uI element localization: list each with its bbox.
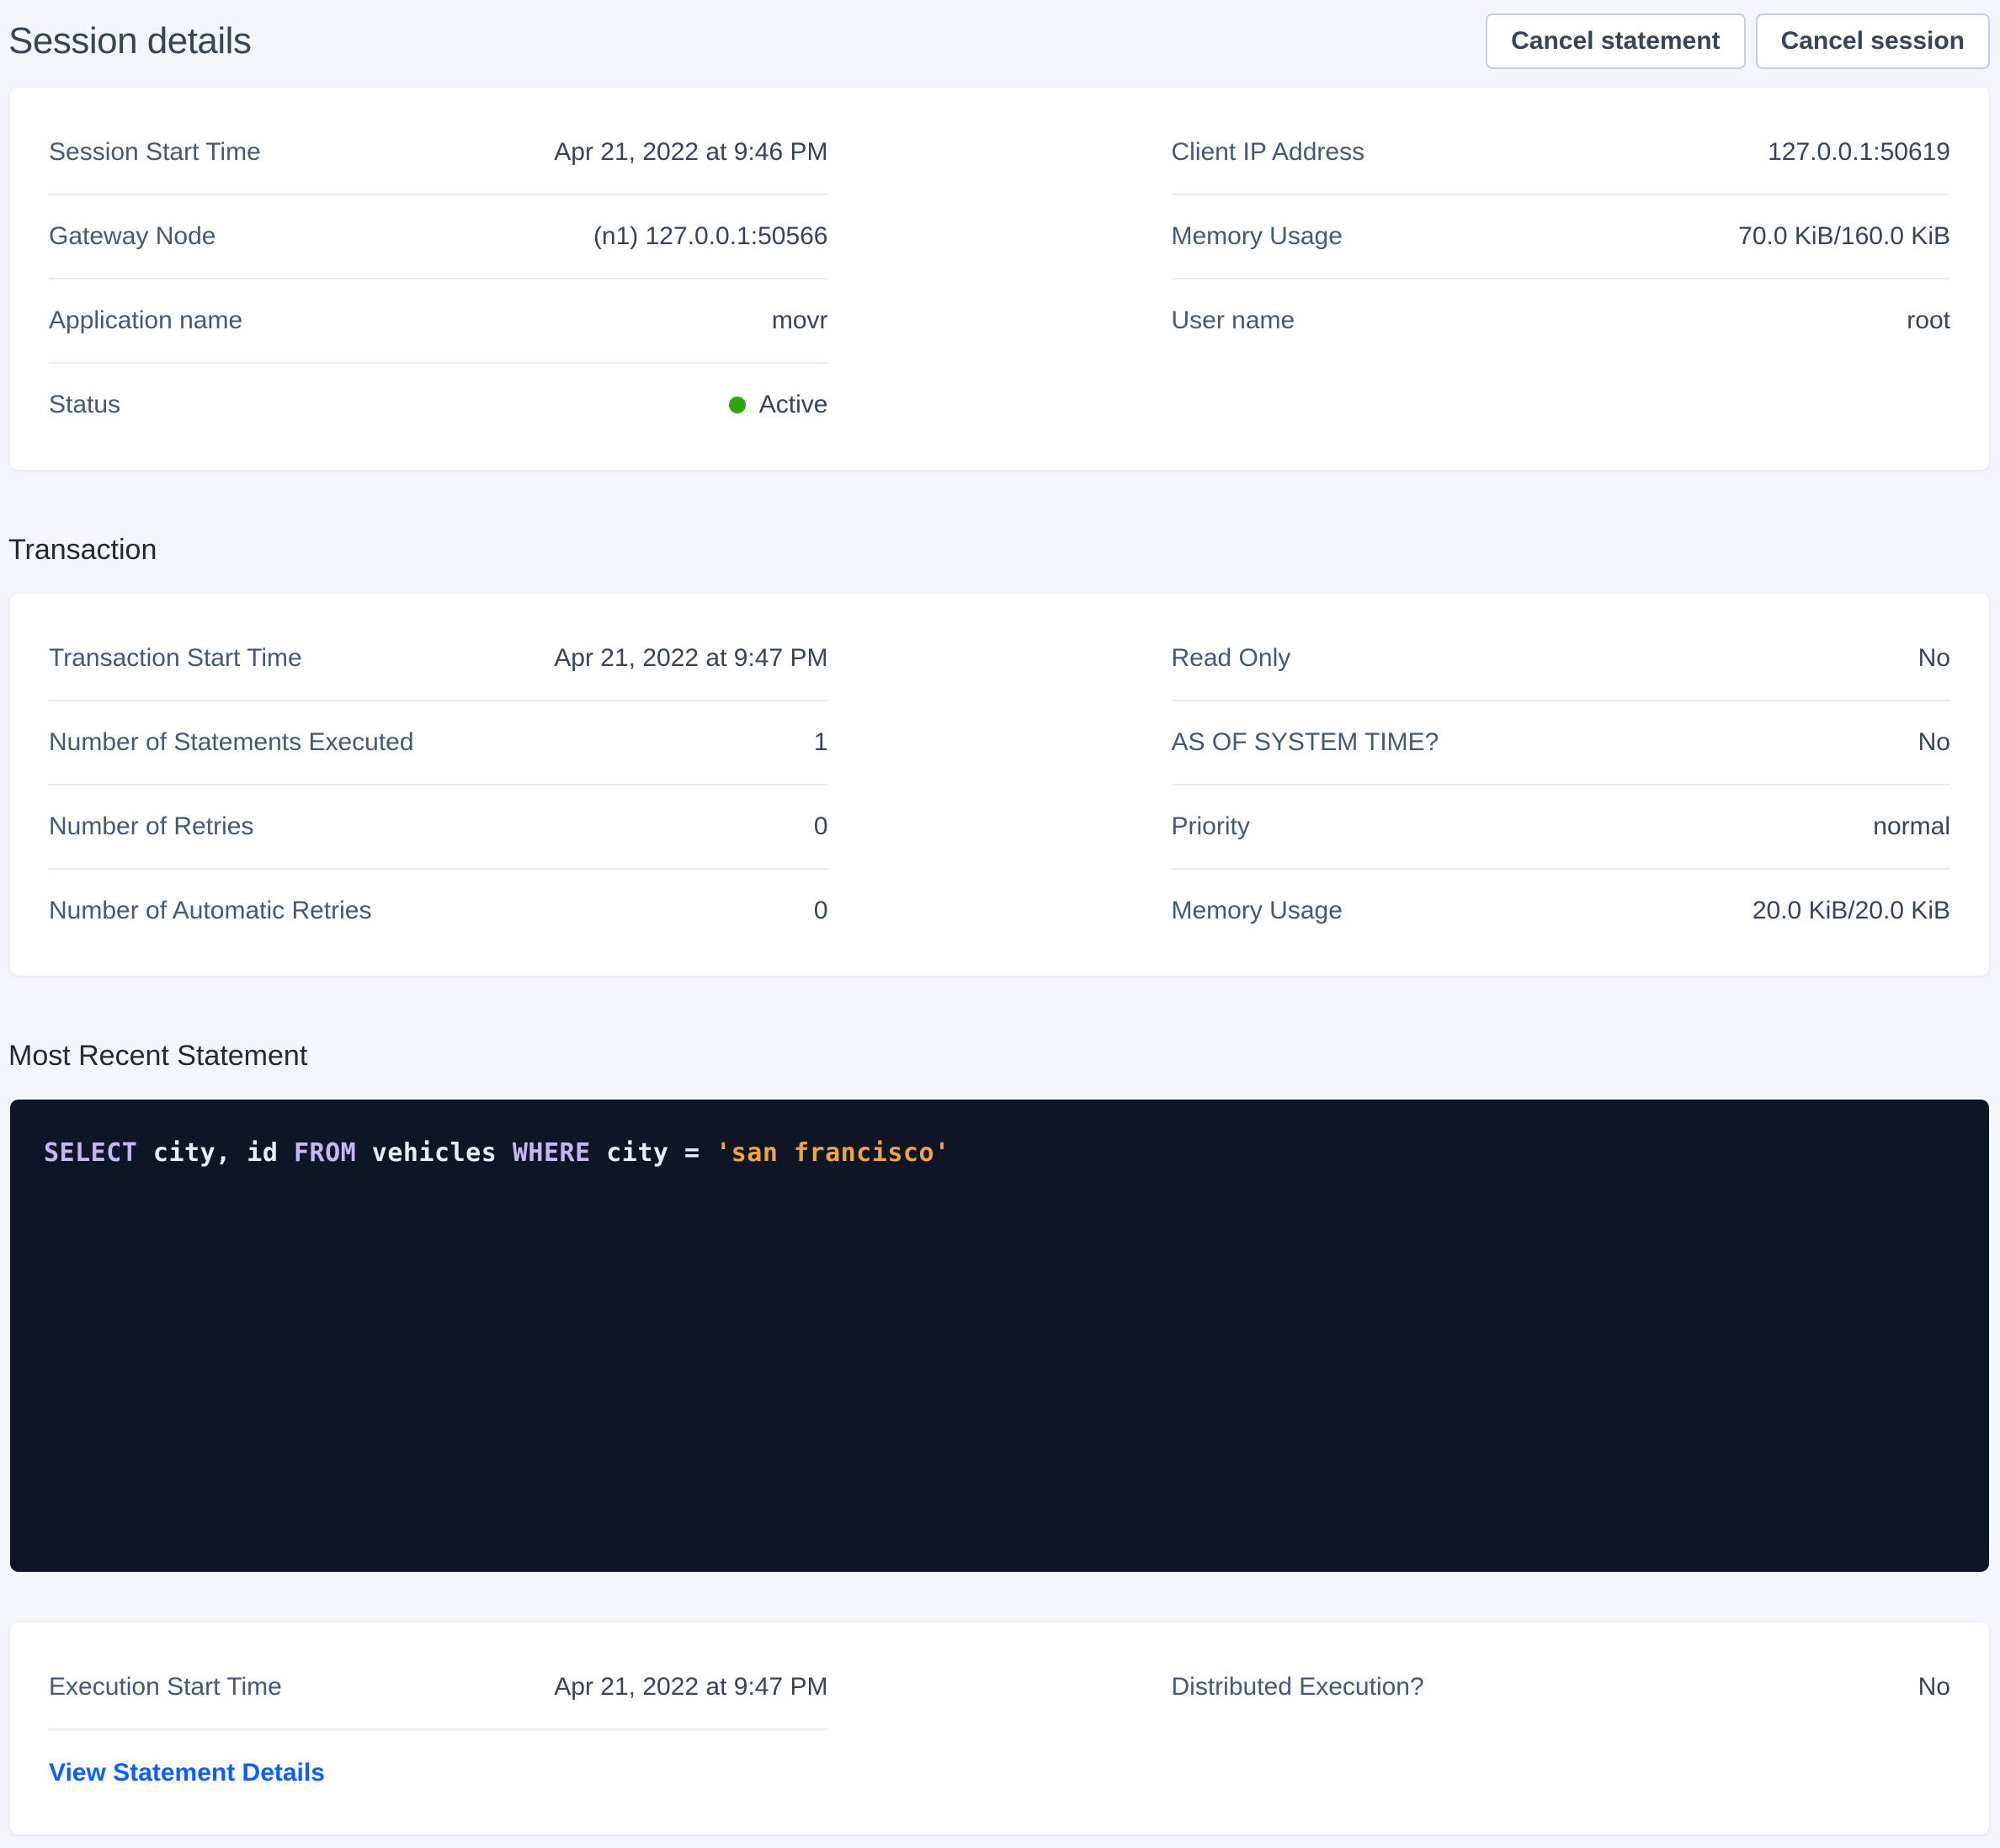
row-transaction-memory-usage: Memory Usage 20.0 KiB/20.0 KiB [1172, 870, 1951, 952]
user-name-label: User name [1172, 306, 1295, 335]
transaction-section-title: Transaction [8, 534, 1992, 567]
sql-statement-block: SELECT city, id FROM vehicles WHERE city… [10, 1100, 1989, 1572]
application-name-label: Application name [49, 306, 242, 335]
row-statements-executed: Number of Statements Executed 1 [49, 701, 828, 786]
page-title: Session details [8, 20, 251, 62]
automatic-retries-value: 0 [814, 897, 828, 925]
priority-value: normal [1873, 812, 1950, 841]
row-user-name: User name root [1172, 280, 1951, 362]
row-session-memory-usage: Memory Usage 70.0 KiB/160.0 KiB [1172, 195, 1951, 280]
view-statement-details-link[interactable]: View Statement Details [49, 1759, 325, 1787]
user-name-value: root [1907, 306, 1950, 335]
sql-statement-text: SELECT city, id FROM vehicles WHERE city… [44, 1138, 950, 1168]
status-badge: Active [729, 391, 828, 419]
statements-executed-value: 1 [814, 728, 828, 757]
transaction-memory-usage-label: Memory Usage [1172, 897, 1343, 925]
session-start-time-value: Apr 21, 2022 at 9:46 PM [554, 138, 827, 167]
execution-left-column: Execution Start Time Apr 21, 2022 at 9:4… [49, 1646, 828, 1811]
session-memory-usage-value: 70.0 KiB/160.0 KiB [1738, 222, 1950, 251]
sql-condition: city = [591, 1138, 716, 1168]
cancel-statement-button[interactable]: Cancel statement [1486, 13, 1745, 69]
page-header: Session details Cancel statement Cancel … [0, 0, 2000, 88]
distributed-execution-label: Distributed Execution? [1172, 1673, 1424, 1702]
status-active-dot-icon [729, 397, 746, 413]
gateway-node-label: Gateway Node [49, 222, 215, 251]
number-of-retries-label: Number of Retries [49, 812, 253, 841]
row-application-name: Application name movr [49, 280, 828, 364]
statements-executed-label: Number of Statements Executed [49, 728, 414, 757]
gateway-node-link[interactable]: (n1) 127.0.0.1:50566 [593, 222, 828, 251]
read-only-label: Read Only [1172, 644, 1291, 673]
row-status: Status Active [49, 364, 828, 446]
row-client-ip: Client IP Address 127.0.0.1:50619 [1172, 111, 1951, 195]
cancel-session-button[interactable]: Cancel session [1756, 13, 1990, 69]
session-summary-right-column: Client IP Address 127.0.0.1:50619 Memory… [1172, 111, 1951, 446]
status-label: Status [49, 391, 120, 419]
row-distributed-execution: Distributed Execution? No [1172, 1646, 1951, 1728]
row-as-of-system-time: AS OF SYSTEM TIME? No [1172, 701, 1951, 786]
transaction-right-column: Read Only No AS OF SYSTEM TIME? No Prior… [1172, 617, 1951, 952]
session-summary-card: Session Start Time Apr 21, 2022 at 9:46 … [10, 88, 1989, 470]
read-only-value: No [1918, 644, 1950, 673]
execution-start-time-value: Apr 21, 2022 at 9:47 PM [554, 1673, 827, 1702]
transaction-card: Transaction Start Time Apr 21, 2022 at 9… [10, 594, 1989, 976]
execution-right-column: Distributed Execution? No [1172, 1646, 1951, 1811]
number-of-retries-value: 0 [814, 812, 828, 841]
statement-details-link-row: View Statement Details [49, 1730, 828, 1811]
application-name-value: movr [772, 306, 828, 335]
row-priority: Priority normal [1172, 786, 1951, 870]
execution-start-time-label: Execution Start Time [49, 1673, 282, 1702]
priority-label: Priority [1172, 812, 1250, 841]
as-of-system-time-label: AS OF SYSTEM TIME? [1172, 728, 1439, 757]
sql-table-name: vehicles [356, 1138, 513, 1168]
transaction-memory-usage-value: 20.0 KiB/20.0 KiB [1753, 897, 1950, 925]
session-details-page: Session details Cancel statement Cancel … [0, 0, 2000, 1848]
sql-from-keyword: FROM [294, 1138, 356, 1168]
execution-card: Execution Start Time Apr 21, 2022 at 9:4… [10, 1622, 1989, 1835]
as-of-system-time-value: No [1918, 728, 1950, 757]
sql-string-literal: 'san francisco' [715, 1138, 949, 1168]
status-value: Active [759, 391, 828, 419]
row-gateway-node: Gateway Node (n1) 127.0.0.1:50566 [49, 195, 828, 280]
sql-where-keyword: WHERE [513, 1138, 591, 1168]
row-number-of-retries: Number of Retries 0 [49, 786, 828, 870]
statement-section-title: Most Recent Statement [8, 1040, 1992, 1073]
header-actions: Cancel statement Cancel session [1486, 13, 1990, 69]
session-start-time-label: Session Start Time [49, 138, 261, 167]
row-read-only: Read Only No [1172, 617, 1951, 701]
distributed-execution-value: No [1918, 1673, 1950, 1702]
client-ip-label: Client IP Address [1172, 138, 1365, 167]
transaction-left-column: Transaction Start Time Apr 21, 2022 at 9… [49, 617, 828, 952]
transaction-start-time-label: Transaction Start Time [49, 644, 302, 673]
row-execution-start-time: Execution Start Time Apr 21, 2022 at 9:4… [49, 1646, 828, 1730]
row-automatic-retries: Number of Automatic Retries 0 [49, 870, 828, 952]
sql-columns: city, id [137, 1138, 294, 1168]
row-session-start-time: Session Start Time Apr 21, 2022 at 9:46 … [49, 111, 828, 195]
automatic-retries-label: Number of Automatic Retries [49, 897, 371, 925]
row-transaction-start-time: Transaction Start Time Apr 21, 2022 at 9… [49, 617, 828, 701]
session-summary-left-column: Session Start Time Apr 21, 2022 at 9:46 … [49, 111, 828, 446]
session-memory-usage-label: Memory Usage [1172, 222, 1343, 251]
client-ip-value: 127.0.0.1:50619 [1768, 138, 1950, 167]
transaction-start-time-value: Apr 21, 2022 at 9:47 PM [554, 644, 827, 673]
sql-select-keyword: SELECT [44, 1138, 137, 1168]
